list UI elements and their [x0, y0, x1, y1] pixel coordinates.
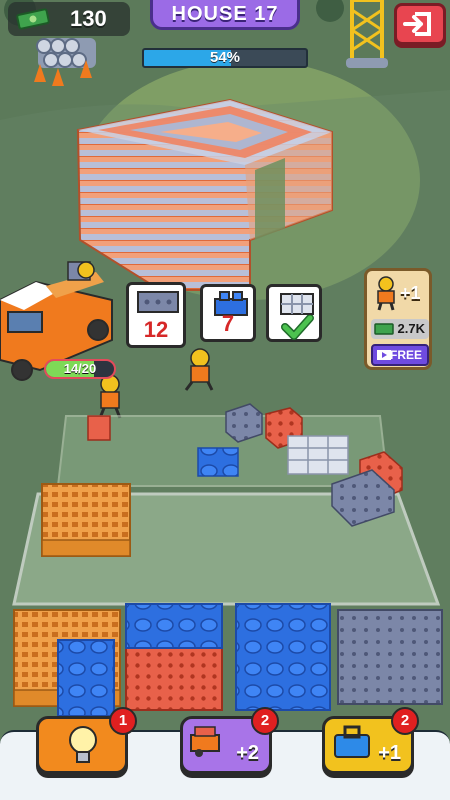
truck-booster-badge: 2 — [251, 707, 279, 735]
checkmark-icon — [281, 315, 314, 340]
requirement-blue-block-count: 7 — [221, 311, 235, 336]
hire-plus-label: +1 — [400, 283, 421, 303]
slot-blue-stack[interactable] — [235, 603, 331, 711]
truck-upgrade-icon — [190, 726, 220, 757]
slot-red-blue-stack[interactable] — [125, 603, 223, 711]
cash-counter: 130 — [8, 2, 130, 36]
loose-steel-frame[interactable] — [287, 435, 349, 475]
hire-worker-panel[interactable]: +1 2.7K FREE — [364, 268, 432, 370]
worker-icon — [377, 276, 395, 311]
slot-gray-stack[interactable] — [337, 609, 443, 705]
video-ad-icon — [377, 350, 391, 360]
hint-booster-badge: 1 — [109, 707, 137, 735]
build-progress-label: 54% — [209, 49, 241, 66]
gray-brick-icon — [137, 291, 179, 313]
hire-cost-value: 2.7K — [397, 321, 425, 336]
cash-icon — [374, 323, 394, 335]
hint-booster-button[interactable]: 1 — [36, 707, 137, 774]
loose-gray-brick[interactable] — [225, 403, 263, 443]
house-title-banner: HOUSE 17 — [150, 0, 300, 30]
loose-red-brick[interactable] — [87, 415, 111, 441]
hire-free-label: FREE — [389, 348, 422, 362]
hire-free-ad-button[interactable]: FREE — [371, 344, 429, 366]
game-scene — [0, 0, 450, 800]
requirement-blue-block: 7 — [200, 284, 256, 342]
toolbox-booster-badge: 2 — [391, 707, 419, 735]
cash-icon — [16, 8, 50, 30]
exit-icon — [403, 12, 431, 36]
requirement-steel-frame — [266, 284, 322, 342]
hire-cost-button[interactable]: 2.7K — [371, 319, 429, 339]
build-progress-bar: 54% — [142, 48, 308, 68]
toolbox-booster-button[interactable]: +1 2 — [322, 707, 419, 774]
worker-3 — [77, 261, 95, 279]
toolbox-booster-label: +1 — [378, 742, 401, 764]
tray-orange-stack[interactable] — [41, 483, 131, 557]
requirement-gray-brick-count: 12 — [143, 317, 169, 342]
cash-value: 130 — [70, 6, 107, 31]
exit-button[interactable] — [394, 3, 446, 45]
truck-booster-label: +2 — [236, 742, 259, 764]
truck-capacity-label: 14/20 — [63, 361, 97, 376]
steel-frame-icon — [280, 293, 314, 315]
requirement-gray-brick: 12 — [126, 282, 186, 348]
truck-capacity-bar: 14/20 — [44, 359, 116, 379]
loose-blue-block[interactable] — [197, 447, 239, 477]
truck-booster-button[interactable]: +2 2 — [180, 707, 279, 774]
lightbulb-icon — [69, 726, 97, 763]
slot-blue-on-orange[interactable] — [57, 639, 115, 717]
house-title: HOUSE 17 — [171, 3, 279, 25]
toolbox-icon — [334, 725, 370, 758]
